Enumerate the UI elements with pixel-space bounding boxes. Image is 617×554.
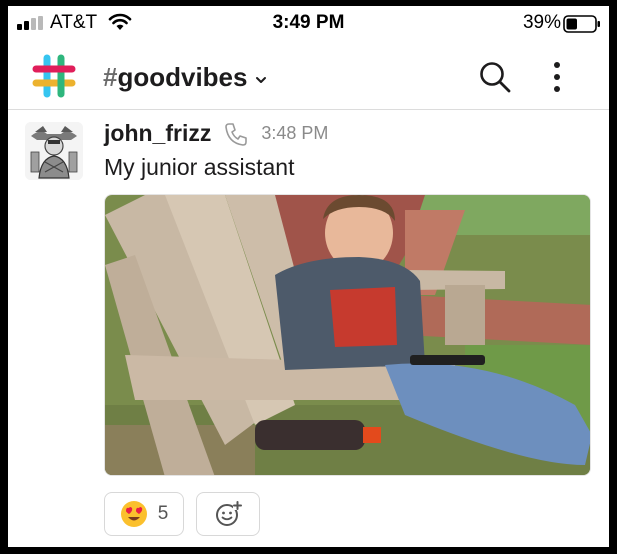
channel-hash: # xyxy=(103,62,118,92)
more-vertical-icon[interactable] xyxy=(548,60,566,94)
add-reaction-button[interactable] xyxy=(196,492,260,536)
message: john_frizz 3:48 PM My junior assistant 5 xyxy=(8,110,609,547)
reaction-heart-eyes[interactable]: 5 xyxy=(104,492,184,536)
app-frame: AT&T 3:49 PM 39% # goodvibes john_frizz … xyxy=(8,6,609,547)
message-text: My junior assistant xyxy=(104,154,295,180)
photo-attachment[interactable] xyxy=(104,194,591,476)
battery-icon xyxy=(563,15,600,33)
add-reaction-icon xyxy=(216,501,242,526)
channel-header: # goodvibes xyxy=(8,42,609,110)
phone-icon xyxy=(225,122,248,146)
status-bar: AT&T 3:49 PM 39% xyxy=(8,6,609,42)
message-timestamp[interactable]: 3:48 PM xyxy=(261,123,328,144)
status-time: 3:49 PM xyxy=(272,12,345,33)
channel-title[interactable]: # goodvibes xyxy=(103,62,267,93)
reactions-bar: 5 xyxy=(104,492,260,536)
username[interactable]: john_frizz xyxy=(104,120,211,147)
slack-logo[interactable] xyxy=(30,52,78,100)
heart-eyes-emoji xyxy=(120,501,147,527)
message-header: john_frizz 3:48 PM xyxy=(104,120,328,147)
channel-name: goodvibes xyxy=(117,62,248,92)
reaction-count: 5 xyxy=(157,503,169,524)
search-icon[interactable] xyxy=(478,60,512,94)
chevron-down-icon xyxy=(256,76,267,83)
battery-percent: 39% xyxy=(522,12,561,33)
avatar[interactable] xyxy=(25,122,83,180)
